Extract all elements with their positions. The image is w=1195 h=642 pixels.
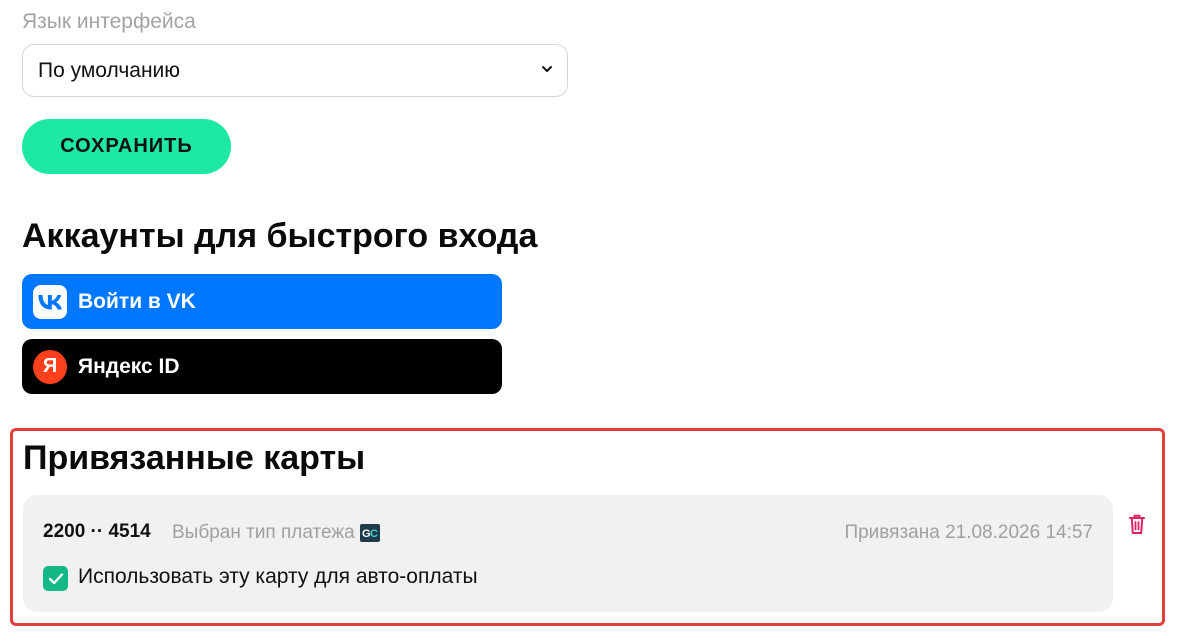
yandex-login-label: Яндекс ID [78,354,180,378]
card-number: 2200 ·· 4514 [43,521,151,542]
gc-payment-icon: G C [359,524,380,542]
vk-login-button[interactable]: Войти в VK [22,274,502,329]
card-payment-type-label: Выбран тип платежа [172,522,355,543]
vk-logo-icon [33,284,67,319]
checkmark-icon [48,572,63,584]
quick-login-title: Аккаунты для быстрого входа [22,217,538,255]
language-label: Язык интерфейса [22,10,196,33]
settings-page: Язык интерфейса По умолчанию СОХРАНИТЬ А… [0,0,1195,642]
trash-icon[interactable] [1127,513,1147,535]
card-payment-type: Выбран тип платежа G C [172,522,380,544]
language-select-value: По умолчанию [38,58,181,82]
auto-pay-checkbox[interactable] [43,566,68,591]
vk-login-label: Войти в VK [78,289,196,313]
save-button[interactable]: СОХРАНИТЬ [22,119,231,174]
card-linked-date: Привязана 21.08.2026 14:57 [844,522,1093,543]
yandex-logo-icon: Я [33,349,67,384]
language-select[interactable]: По умолчанию [22,44,568,97]
yandex-login-button[interactable]: Я Яндекс ID [22,339,502,394]
chevron-down-icon [542,66,552,72]
svg-text:C: C [370,528,378,540]
linked-cards-title: Привязанные карты [23,439,366,477]
card-item: 2200 ·· 4514 Выбран тип платежа G C Прив… [23,495,1113,612]
auto-pay-label: Использовать эту карту для авто-оплаты [78,565,478,588]
linked-cards-section: Привязанные карты 2200 ·· 4514 Выбран ти… [10,428,1165,626]
